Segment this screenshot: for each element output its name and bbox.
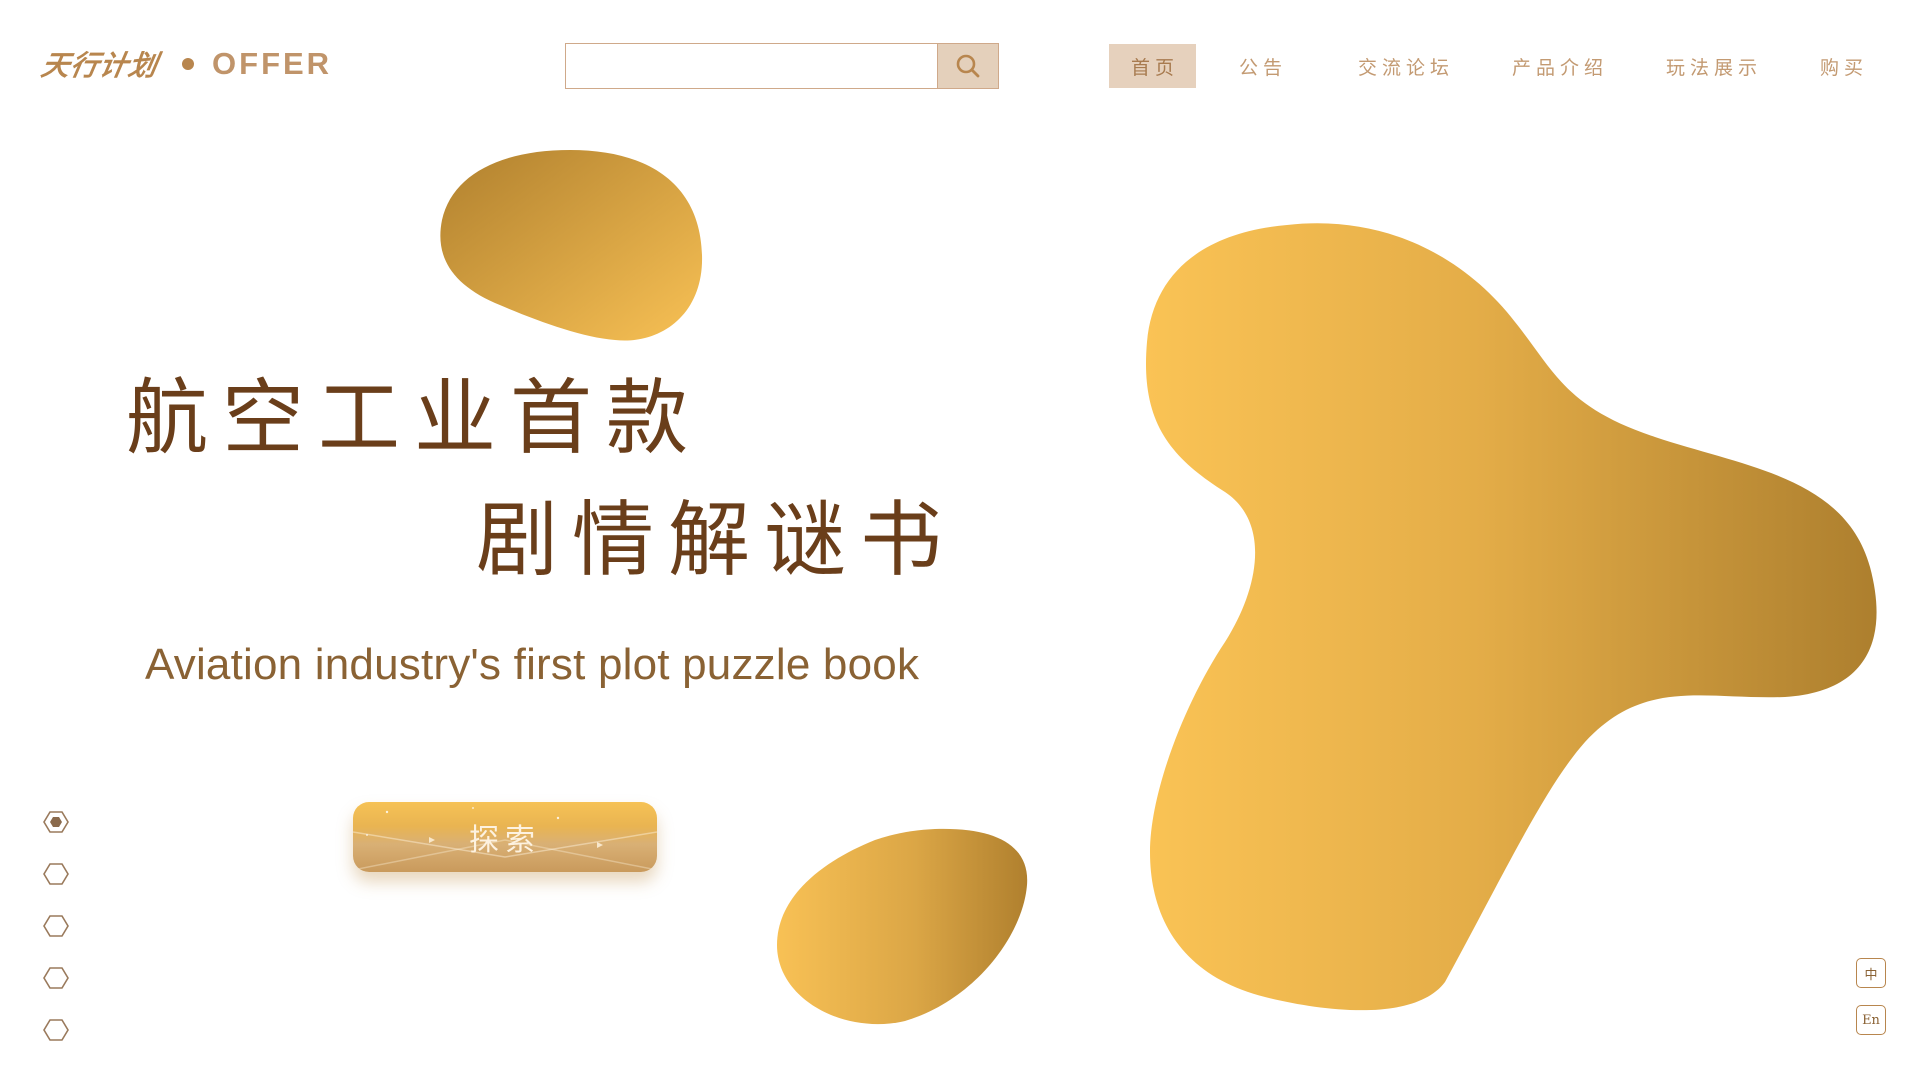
nav-item-label: 交流论坛 — [1358, 56, 1455, 79]
search-input[interactable] — [566, 44, 937, 88]
explore-button-label: 探索 — [469, 823, 541, 858]
logo-text-en: OFFER — [212, 46, 333, 81]
nav-item-forum[interactable]: 交流论坛 — [1358, 44, 1454, 88]
language-zh-label: 中 — [1864, 967, 1878, 983]
blob-large — [1145, 223, 1877, 1011]
logo-text-cn: 天行计划 — [38, 49, 161, 82]
language-en-button[interactable]: En — [1856, 1005, 1886, 1035]
hero-title-line1: 航空工业首款 — [126, 371, 703, 466]
hexagon-icon[interactable] — [43, 914, 69, 938]
search-icon — [956, 54, 980, 78]
nav-item-gameplay[interactable]: 玩法展示 — [1666, 44, 1762, 88]
hero-title-line2: 剧情解谜书 — [476, 493, 957, 588]
hexagon-icon[interactable] — [43, 810, 69, 834]
blob-bottom — [777, 828, 1028, 1025]
nav-item-announcement[interactable]: 公告 — [1239, 44, 1287, 88]
hexagon-icon[interactable] — [43, 1018, 69, 1042]
nav-item-label: 购买 — [1820, 56, 1869, 79]
logo-dot — [182, 58, 195, 70]
search-button[interactable] — [937, 44, 998, 88]
nav-item-label: 玩法展示 — [1666, 56, 1763, 79]
main-nav: 首页 公告 交流论坛 产品介绍 玩法展示 购买 — [1109, 44, 1920, 88]
nav-item-label: 公告 — [1239, 56, 1288, 79]
language-zh-button[interactable]: 中 — [1856, 958, 1886, 988]
nav-item-label: 产品介绍 — [1512, 56, 1609, 79]
nav-item-product[interactable]: 产品介绍 — [1512, 44, 1608, 88]
language-en-label: En — [1862, 1012, 1880, 1028]
nav-item-home[interactable]: 首页 — [1109, 44, 1196, 88]
search-bar — [565, 43, 999, 89]
nav-item-buy[interactable]: 购买 — [1820, 44, 1868, 88]
hexagon-icon[interactable] — [43, 966, 69, 990]
hero-subtitle: Aviation industry's first plot puzzle bo… — [145, 640, 920, 689]
nav-item-label: 首页 — [1130, 56, 1179, 79]
blob-top — [440, 150, 703, 341]
explore-button[interactable]: 探索 — [353, 802, 657, 872]
logo[interactable]: 天行计划 OFFER — [39, 44, 333, 84]
hexagon-icon[interactable] — [43, 862, 69, 886]
